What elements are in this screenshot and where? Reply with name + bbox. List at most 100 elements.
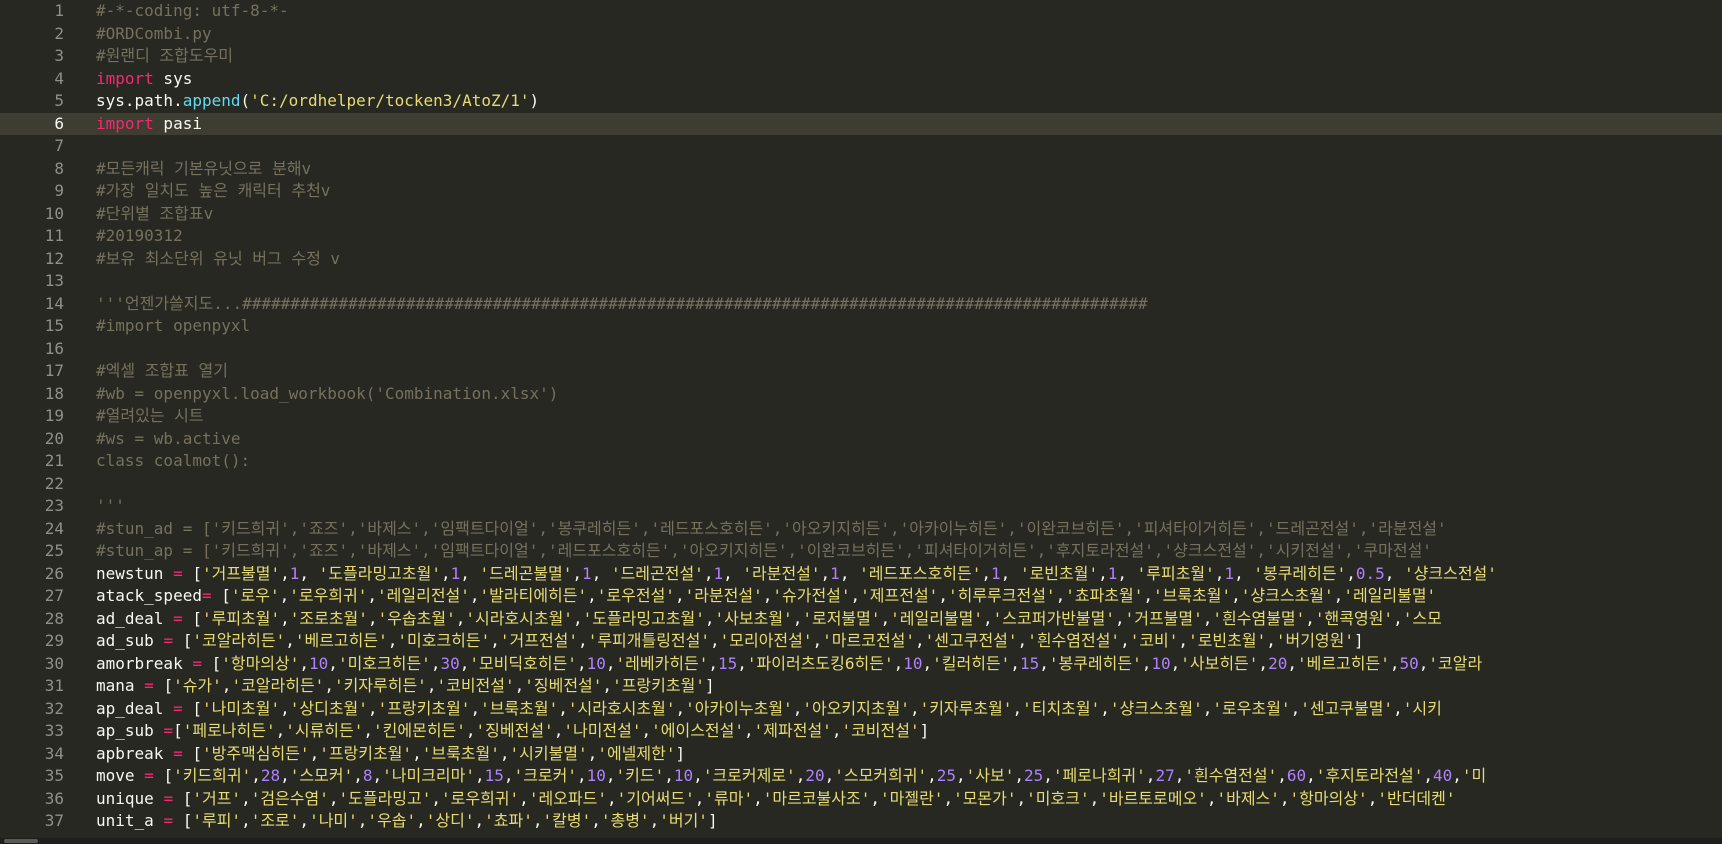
code-token: , (558, 698, 568, 718)
code-token: '시키불멸' (509, 743, 588, 763)
code-line[interactable]: #모든캐릭 기본유닛으로 분해v (82, 158, 1722, 181)
code-token: '베르고히든' (294, 631, 388, 650)
code-token: '흰수염전설' (1027, 631, 1121, 650)
code-token: #stun_ap = ['키드희귀','죠즈','바제스','임팩트다이얼','… (96, 541, 1432, 560)
code-token: '기어써드' (616, 788, 695, 808)
line-number: 10 (44, 203, 64, 223)
code-token: '사보히든' (1180, 653, 1259, 673)
code-line[interactable]: #stun_ap = ['키드희귀','죠즈','바제스','임팩트다이얼','… (82, 540, 1722, 563)
code-line[interactable]: mana = ['슈가','코알라히든','키자루히든','코비전설','징베전… (82, 675, 1722, 698)
line-number: 32 (44, 698, 64, 718)
code-token: , (820, 563, 831, 583)
code-line[interactable]: #가장 일치도 높은 캐릭터 추천v (82, 180, 1722, 203)
code-token: '상디초월' (289, 698, 368, 718)
code-line[interactable]: class coalmot(): (82, 450, 1722, 473)
code-line[interactable]: atack_speed= ['로우','로우희귀','레일리전설','발라티에히… (82, 585, 1722, 608)
code-line[interactable] (82, 473, 1722, 496)
line-number: 19 (44, 406, 64, 425)
code-line[interactable]: ''' (82, 495, 1722, 518)
code-line[interactable]: ad_sub = ['코알라히든','베르고히든','미호크히든','거프전설'… (82, 630, 1722, 653)
code-token: '키드' (615, 766, 665, 785)
code-token: [ (173, 811, 193, 830)
code-line[interactable]: #원랜디 조합도우미 (82, 45, 1722, 68)
code-token: '모리아전설' (719, 631, 813, 650)
code-token: '도플라밍고' (338, 788, 432, 808)
code-token: '크로커' (513, 766, 577, 785)
code-line[interactable]: amorbreak = ['항마의상',10,'미호크히든',30,'모비딕호히… (82, 653, 1722, 676)
code-editor[interactable]: 1 2 3 4 5 6 7 8 9 10 11 12 13 14 15 16 17 18 19 20 21 22 23 24 2… (0, 0, 1722, 844)
code-token: , (1043, 766, 1053, 785)
code-token: , (1117, 563, 1137, 583)
line-number: 36 (44, 788, 64, 808)
code-token: [ (182, 563, 202, 583)
code-token: ad_deal (96, 608, 174, 628)
code-line[interactable]: #wb = openpyxl.load_workbook('Combinatio… (82, 383, 1722, 406)
code-token: '버기영원' (1275, 631, 1355, 650)
code-token: '시키 (1402, 698, 1442, 718)
code-line[interactable]: newstun = ['거프불멸',1, '도플라밍고초월',1, '드레곤불멸… (82, 563, 1722, 586)
code-line[interactable]: apbreak = ['방주맥심히든','프랑키초월','브룩초월','시키불멸… (82, 743, 1722, 766)
code-token: , (922, 653, 933, 673)
code-line[interactable]: #보유 최소단위 유닛 버그 수정 v (82, 248, 1722, 271)
code-token: unit_a (96, 811, 164, 830)
code-token: , (372, 766, 383, 785)
scrollbar-thumb[interactable] (4, 839, 38, 843)
code-token: #20190312 (96, 226, 183, 245)
line-number: 11 (44, 226, 64, 245)
code-line[interactable]: move = ['키드희귀',28,'스모커',8,'나미크리마',15,'크로… (82, 765, 1722, 788)
code-token: , (792, 698, 803, 718)
code-line[interactable] (82, 135, 1722, 158)
code-line[interactable]: sys.path.append('C:/ordhelper/tocken3/At… (82, 90, 1722, 113)
code-line[interactable]: unique = ['거프','검은수염','도플라밍고','로우희귀','레오… (82, 788, 1722, 811)
code-token: , (299, 811, 310, 830)
code-token: '프랑키초월' (612, 676, 705, 695)
code-line[interactable]: ap_sub =['페로나히든','시류히든','킨에몬히든','징베전설','… (82, 720, 1722, 743)
code-token: , (1306, 766, 1316, 785)
code-line[interactable]: import sys (82, 68, 1722, 91)
code-area[interactable]: #-*-coding: utf-8-*- #ORDCombi.py #원랜디 조합도… (82, 0, 1722, 844)
code-token: 1 (289, 563, 300, 583)
line-number: 33 (44, 721, 64, 740)
code-token: , (241, 788, 251, 808)
code-token: = (163, 721, 174, 740)
code-token: '항마의상' (1289, 788, 1368, 808)
code-token: , (956, 766, 966, 785)
code-token: , (1010, 653, 1020, 673)
code-token: '티치초월' (1022, 698, 1101, 718)
code-token: '바르토로메오' (1099, 788, 1207, 808)
code-token: '스모 (1402, 608, 1442, 628)
code-token: , (1290, 698, 1301, 718)
code-token: '센고쿠불멸' (1300, 698, 1394, 718)
code-line[interactable]: ap_deal = ['나미초월','상디초월','프랑키초월','브룩초월',… (82, 698, 1722, 721)
code-line[interactable] (82, 338, 1722, 361)
code-token: , (893, 653, 904, 673)
code-token: move (96, 766, 145, 785)
code-line[interactable]: ad_deal = ['루피초월','조로초월','우솝초월','시라호시초월'… (82, 608, 1722, 631)
code-token: , (831, 721, 842, 740)
code-token: 10 (586, 653, 606, 673)
horizontal-scrollbar[interactable] (0, 838, 1722, 844)
code-line[interactable]: #ws = wb.active (82, 428, 1722, 451)
code-token: '발라티에히든' (479, 586, 588, 605)
code-line[interactable] (82, 270, 1722, 293)
code-line[interactable]: #-*-coding: utf-8-*- (82, 0, 1722, 23)
code-token: mana (96, 676, 145, 695)
code-line[interactable]: #엑셀 조합표 열기 (82, 360, 1722, 383)
code-token: '코비전설' (841, 721, 920, 740)
code-token: , (708, 653, 719, 673)
code-line[interactable]: #ORDCombi.py (82, 23, 1722, 46)
code-token: = (163, 631, 174, 650)
code-line[interactable]: unit_a = ['루피','조로','나미','우솝','상디','쵸파',… (82, 810, 1722, 833)
code-line[interactable]: #20190312 (82, 225, 1722, 248)
code-line[interactable]: #stun_ad = ['키드희귀','죠즈','바제스','임팩트다이얼','… (82, 518, 1722, 541)
code-line[interactable]: #단위별 조합표v (82, 203, 1722, 226)
code-token: '아카이누초월' (685, 698, 793, 718)
code-token: '류마' (704, 788, 754, 808)
code-line[interactable]: #import openpyxl (82, 315, 1722, 338)
code-line[interactable]: '''언젠가쓸지도...############################… (82, 293, 1722, 316)
code-token: , (490, 631, 500, 650)
code-token: #원랜디 조합도우미 (96, 46, 234, 65)
code-line[interactable]: #열려있는 시트 (82, 405, 1722, 428)
code-token: , (587, 743, 598, 763)
code-line[interactable]: import pasi (82, 112, 1722, 135)
